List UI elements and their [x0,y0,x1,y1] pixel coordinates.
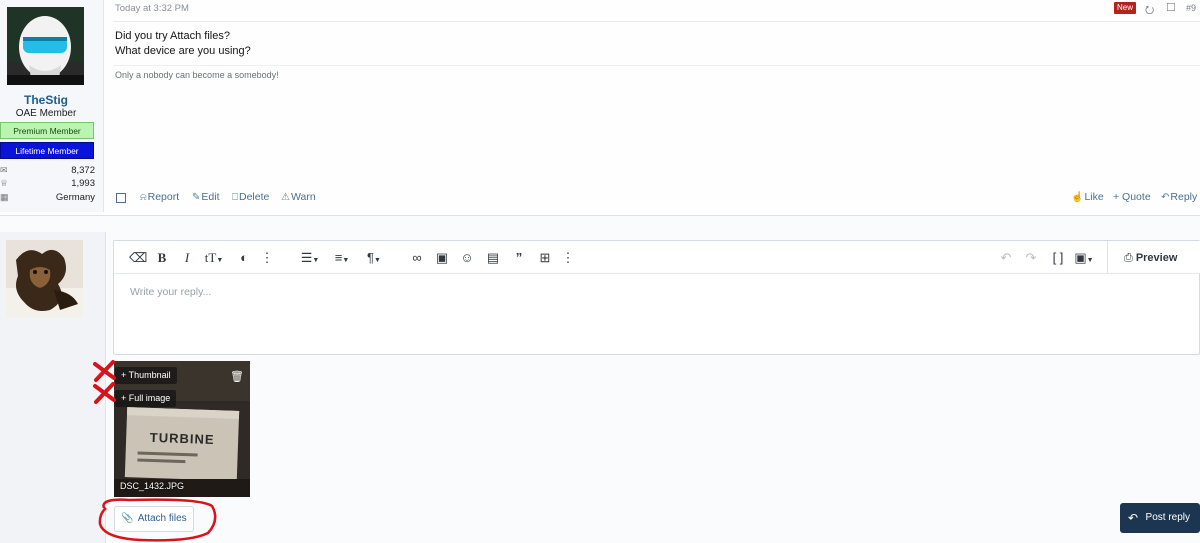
reply-link[interactable]: ↶Reply [1161,191,1197,203]
select-post-checkbox[interactable] [116,193,126,203]
trophy-icon: ♕ [0,178,9,188]
new-badge: New [1114,2,1136,14]
signature: Only a nobody can become a somebody! [115,70,279,80]
photo-label-text: TURBINE [150,430,215,447]
current-user-avatar[interactable] [6,240,83,317]
reply-input-placeholder: Write your reply... [130,286,212,298]
text-size-icon[interactable]: tT▼ [202,250,226,266]
messages-stat: ✉ 8,372 [0,165,95,178]
reply-arrow-icon: ↶ [1128,511,1139,525]
post-reply-button[interactable]: ↶ Post reply [1120,503,1200,533]
premium-member-banner: Premium Member [0,122,94,139]
signature-divider [113,65,1200,66]
location-value: Germany [55,192,95,203]
share-icon[interactable]: ⭮ [1145,1,1154,20]
image-icon[interactable]: ▣ [433,250,451,266]
link-icon[interactable]: ∞ [408,250,426,265]
trophy-stat: ♕ 1,993 [0,178,95,191]
bbcode-toggle-icon[interactable]: [ ] [1049,250,1067,265]
username[interactable]: TheStig [0,93,92,107]
preview-icon: ⎙ [1124,252,1133,264]
reply-icon: ↶ [1161,192,1170,203]
trash-icon: ⎕ [232,192,238,203]
media-icon[interactable]: ▤ [484,250,502,266]
insert-full-image-button[interactable]: + Full image [115,390,177,407]
bold-icon[interactable]: B [153,250,171,266]
post-date[interactable]: Today at 3:32 PM [115,3,189,14]
delete-attachment-icon[interactable]: 🗑 [230,370,244,383]
attachment-filename: DSC_1432.JPG [120,481,185,491]
lifetime-member-banner: Lifetime Member [0,142,94,159]
more-insert-icon[interactable]: ⋮ [559,250,577,266]
warn-link[interactable]: ⚠Warn [281,191,316,203]
more-options-icon[interactable]: ⋮ [258,250,276,266]
user-avatar[interactable] [7,7,84,85]
bookmark-icon[interactable]: ☐ [1166,1,1176,14]
trophy-count: 1,993 [71,178,95,189]
table-icon[interactable]: ⊞ [536,250,554,266]
drafts-icon[interactable]: ▣▼ [1072,250,1096,266]
location-stat: ▦ Germany [0,192,95,205]
insert-thumbnail-button[interactable]: + Thumbnail [115,367,177,384]
thumbs-up-icon: ☝ [1071,192,1084,203]
delete-link[interactable]: ⎕Delete [232,191,269,203]
preview-button[interactable]: ⎙ Preview [1124,252,1177,265]
message-line: What device are you using? [115,45,251,57]
quote-icon[interactable]: ” [510,250,528,265]
report-link[interactable]: ⍾Report [140,191,179,203]
italic-icon[interactable]: I [178,250,196,266]
warning-icon: ⚠ [281,192,290,203]
align-icon[interactable]: ≡▼ [330,250,354,265]
post-number[interactable]: #9 [1186,3,1196,13]
messages-count: 8,372 [71,165,95,176]
toolbar-separator [1107,241,1108,274]
eraser-icon[interactable]: ⌫ [129,250,147,266]
quote-link[interactable]: + Quote [1113,191,1151,203]
pencil-icon: ✎ [192,192,201,203]
list-icon[interactable]: ☰▼ [298,250,322,266]
location-icon: ▦ [0,192,9,202]
user-title: OAE Member [15,108,77,119]
bell-icon: ⍾ [140,192,147,203]
smilie-icon[interactable]: ☺ [458,250,476,265]
paperclip-icon: 📎 [121,513,134,524]
messages-icon: ✉ [0,165,8,175]
redo-icon[interactable]: ↷ [1022,250,1040,266]
message-line: Did you try Attach files? [115,30,230,42]
paragraph-icon[interactable]: ¶▼ [362,250,386,265]
undo-icon[interactable]: ↶ [997,250,1015,266]
attach-files-button[interactable]: 📎 Attach files [114,506,194,532]
like-link[interactable]: ☝Like [1071,191,1104,203]
divider [113,21,1200,22]
edit-link[interactable]: ✎Edit [192,191,219,203]
palette-icon[interactable]: ◐ [235,250,253,265]
